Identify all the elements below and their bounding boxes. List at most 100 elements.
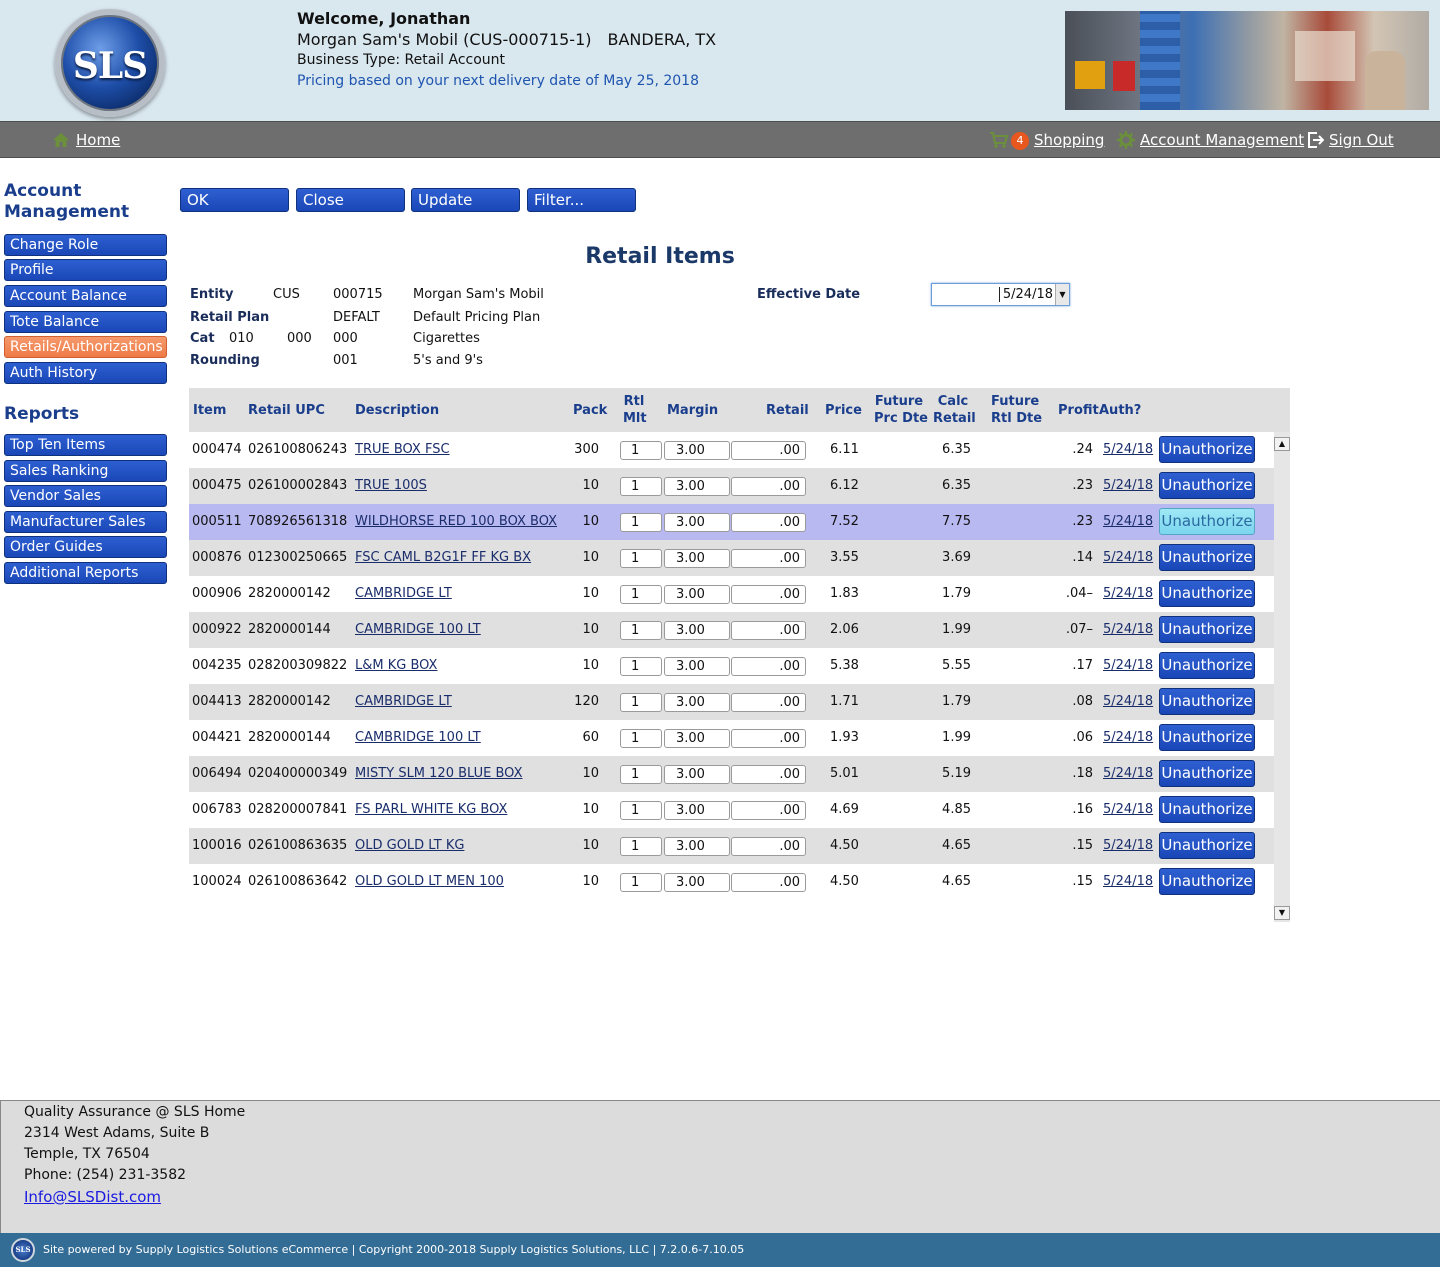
sls-logo[interactable]: SLS: [55, 9, 165, 117]
close-button[interactable]: Close: [296, 188, 405, 212]
rtl-mlt-input[interactable]: 1: [620, 693, 662, 712]
sidebar-item-tote-balance[interactable]: Tote Balance: [4, 311, 167, 333]
item-description-link[interactable]: TRUE 100S: [355, 478, 427, 493]
col-auth[interactable]: Auth?: [1099, 402, 1141, 419]
col-description[interactable]: Description: [355, 402, 439, 419]
retail-input[interactable]: .00: [731, 477, 806, 496]
margin-input[interactable]: 3.00: [664, 441, 730, 460]
retail-input[interactable]: .00: [731, 729, 806, 748]
rtl-mlt-input[interactable]: 1: [620, 477, 662, 496]
auth-date-link[interactable]: 5/24/18: [1103, 766, 1153, 781]
table-row[interactable]: 004421 2820000144 CAMBRIDGE 100 LT 60 1 3.00.…: [189, 720, 1274, 756]
rtl-mlt-input[interactable]: 1: [620, 729, 662, 748]
auth-date-link[interactable]: 5/24/18: [1103, 478, 1153, 493]
rtl-mlt-input[interactable]: 1: [620, 549, 662, 568]
sign-out-icon[interactable]: [1306, 131, 1324, 149]
col-price[interactable]: Price: [825, 402, 862, 419]
retail-input[interactable]: .00: [731, 657, 806, 676]
retail-input[interactable]: .00: [731, 549, 806, 568]
margin-input[interactable]: 3.00: [664, 657, 730, 676]
auth-date-link[interactable]: 5/24/18: [1103, 622, 1153, 637]
update-button[interactable]: Update: [411, 188, 520, 212]
sidebar-item-account-balance[interactable]: Account Balance: [4, 285, 167, 307]
col-profit[interactable]: Profit: [1058, 402, 1099, 419]
sidebar-item-top-ten-items[interactable]: Top Ten Items: [4, 434, 167, 456]
auth-date-link[interactable]: 5/24/18: [1103, 802, 1153, 817]
margin-input[interactable]: 3.00: [664, 621, 730, 640]
unauthorize-button[interactable]: Unauthorize: [1159, 544, 1255, 571]
margin-input[interactable]: 3.00: [664, 873, 730, 892]
unauthorize-button[interactable]: Unauthorize: [1159, 508, 1255, 535]
item-description-link[interactable]: FS PARL WHITE KG BOX: [355, 802, 507, 817]
item-description-link[interactable]: TRUE BOX FSC: [355, 442, 450, 457]
table-row[interactable]: 000922 2820000144 CAMBRIDGE 100 LT 10 1 3.00.…: [189, 612, 1274, 648]
unauthorize-button[interactable]: Unauthorize: [1159, 580, 1255, 607]
margin-input[interactable]: 3.00: [664, 549, 730, 568]
auth-date-link[interactable]: 5/24/18: [1103, 730, 1153, 745]
table-row[interactable]: 000511 708926561318 WILDHORSE RED 100 BOX …: [189, 504, 1290, 540]
margin-input[interactable]: 3.00: [664, 477, 730, 496]
auth-date-link[interactable]: 5/24/18: [1103, 838, 1153, 853]
sidebar-item-auth-history[interactable]: Auth History: [4, 362, 167, 384]
margin-input[interactable]: 3.00: [664, 837, 730, 856]
col-retail[interactable]: Retail: [766, 402, 809, 419]
retail-input[interactable]: .00: [731, 585, 806, 604]
effective-date-value[interactable]: 5/24/18: [998, 287, 1053, 302]
unauthorize-button[interactable]: Unauthorize: [1159, 472, 1255, 499]
col-retail-upc[interactable]: Retail UPC: [248, 402, 325, 419]
unauthorize-button[interactable]: Unauthorize: [1159, 436, 1255, 463]
retail-input[interactable]: .00: [731, 837, 806, 856]
filter-button[interactable]: Filter...: [527, 188, 636, 212]
table-row[interactable]: 006494 020400000349 MISTY SLM 120 BLUE BOX…: [189, 756, 1274, 792]
retail-input[interactable]: .00: [731, 693, 806, 712]
rtl-mlt-input[interactable]: 1: [620, 585, 662, 604]
sidebar-item-sales-ranking[interactable]: Sales Ranking: [4, 460, 167, 482]
table-row[interactable]: 000906 2820000142 CAMBRIDGE LT 10 1 3.00.00 1.…: [189, 576, 1274, 612]
chevron-down-icon[interactable]: ▼: [1055, 284, 1069, 305]
retail-input[interactable]: .00: [731, 441, 806, 460]
sidebar-item-order-guides[interactable]: Order Guides: [4, 536, 167, 558]
rtl-mlt-input[interactable]: 1: [620, 513, 662, 532]
col-calc-retail[interactable]: Calc Retail: [933, 393, 976, 427]
col-future-rtl-dte[interactable]: Future Rtl Dte: [991, 393, 1042, 427]
auth-date-link[interactable]: 5/24/18: [1103, 658, 1153, 673]
item-description-link[interactable]: OLD GOLD LT KG: [355, 838, 464, 853]
col-future-prc-dte[interactable]: Future Prc Dte: [874, 393, 928, 427]
unauthorize-button[interactable]: Unauthorize: [1159, 688, 1255, 715]
rtl-mlt-input[interactable]: 1: [620, 621, 662, 640]
retail-input[interactable]: .00: [731, 765, 806, 784]
sidebar-item-additional-reports[interactable]: Additional Reports: [4, 562, 167, 584]
nav-sign-out-link[interactable]: Sign Out: [1329, 131, 1394, 149]
scroll-down-icon[interactable]: ▼: [1274, 906, 1290, 920]
unauthorize-button[interactable]: Unauthorize: [1159, 652, 1255, 679]
auth-date-link[interactable]: 5/24/18: [1103, 586, 1153, 601]
unauthorize-button[interactable]: Unauthorize: [1159, 832, 1255, 859]
unauthorize-button[interactable]: Unauthorize: [1159, 616, 1255, 643]
auth-date-link[interactable]: 5/24/18: [1103, 874, 1153, 889]
home-icon[interactable]: [52, 131, 70, 149]
margin-input[interactable]: 3.00: [664, 729, 730, 748]
nav-home-link[interactable]: Home: [76, 131, 120, 149]
table-row[interactable]: 100024 026100863642 OLD GOLD LT MEN 100 10 1…: [189, 864, 1274, 900]
margin-input[interactable]: 3.00: [664, 585, 730, 604]
table-row[interactable]: 100016 026100863635 OLD GOLD LT KG 10 1 3.00.…: [189, 828, 1274, 864]
table-row[interactable]: 004413 2820000142 CAMBRIDGE LT 120 1 3.00.00 1…: [189, 684, 1274, 720]
item-description-link[interactable]: CAMBRIDGE 100 LT: [355, 622, 481, 637]
col-pack[interactable]: Pack: [573, 402, 607, 419]
item-description-link[interactable]: CAMBRIDGE LT: [355, 586, 452, 601]
nav-account-management-link[interactable]: Account Management: [1140, 131, 1304, 149]
sidebar-item-manufacturer-sales[interactable]: Manufacturer Sales: [4, 511, 167, 533]
table-row[interactable]: 006783 028200007841 FS PARL WHITE KG BOX 10…: [189, 792, 1274, 828]
rtl-mlt-input[interactable]: 1: [620, 873, 662, 892]
margin-input[interactable]: 3.00: [664, 693, 730, 712]
col-item[interactable]: Item: [193, 402, 226, 419]
auth-date-link[interactable]: 5/24/18: [1103, 550, 1153, 565]
rtl-mlt-input[interactable]: 1: [620, 765, 662, 784]
retail-input[interactable]: .00: [731, 513, 806, 532]
item-description-link[interactable]: MISTY SLM 120 BLUE BOX: [355, 766, 522, 781]
auth-date-link[interactable]: 5/24/18: [1103, 514, 1153, 529]
sidebar-item-retails-authorizations[interactable]: Retails/Authorizations: [4, 336, 167, 358]
retail-input[interactable]: .00: [731, 873, 806, 892]
rtl-mlt-input[interactable]: 1: [620, 441, 662, 460]
scroll-up-icon[interactable]: ▲: [1274, 437, 1290, 451]
